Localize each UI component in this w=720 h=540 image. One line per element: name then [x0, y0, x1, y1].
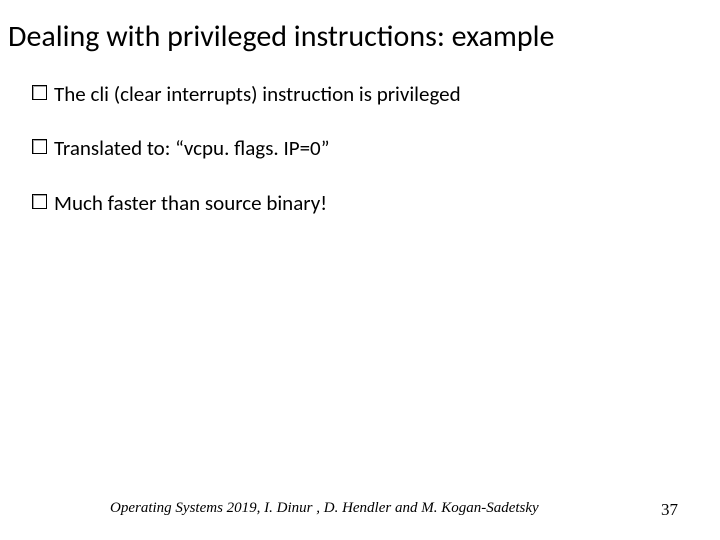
- checkbox-icon: [32, 85, 47, 100]
- footer-credit: Operating Systems 2019, I. Dinur , D. He…: [110, 500, 539, 520]
- list-item-label: Much faster than source binary!: [54, 190, 327, 216]
- list-item: Much faster than source binary!: [32, 190, 712, 216]
- bullet-list: The cli (clear interrupts) instruction i…: [8, 81, 712, 216]
- slide: Dealing with privileged instructions: ex…: [0, 0, 720, 540]
- list-item: The cli (clear interrupts) instruction i…: [32, 81, 712, 107]
- list-item-label: The cli (clear interrupts) instruction i…: [54, 81, 461, 107]
- list-item-label: Translated to: “vcpu. flags. IP=0”: [54, 135, 329, 161]
- footer: Operating Systems 2019, I. Dinur , D. He…: [0, 500, 720, 520]
- checkbox-icon: [32, 139, 47, 154]
- checkbox-icon: [32, 194, 47, 209]
- page-title: Dealing with privileged instructions: ex…: [8, 18, 712, 55]
- page-number: 37: [661, 500, 684, 520]
- list-item: Translated to: “vcpu. flags. IP=0”: [32, 135, 712, 161]
